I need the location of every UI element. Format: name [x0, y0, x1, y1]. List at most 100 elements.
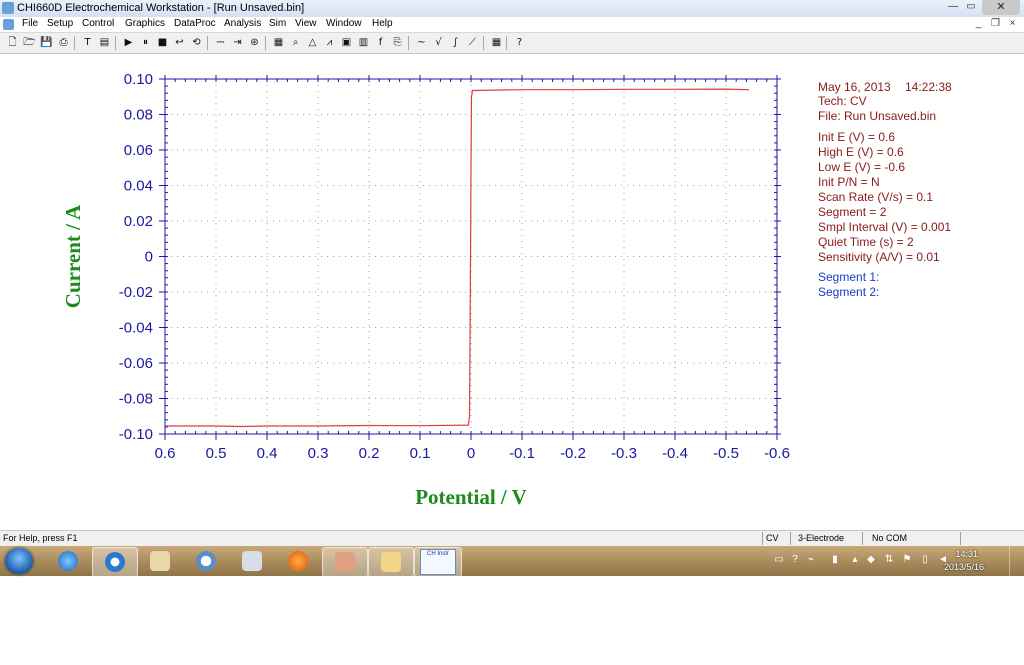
smooth-icon[interactable]: ∼ [414, 35, 429, 50]
print-icon[interactable]: ⎙ [56, 35, 71, 50]
y-tick-label: -0.10 [119, 426, 153, 443]
save-icon[interactable]: 💾 [39, 35, 54, 50]
toolbar-separator [74, 36, 75, 50]
help-icon[interactable]: ? [512, 35, 527, 50]
stop-icon[interactable]: ■ [155, 35, 170, 50]
minimize-button[interactable]: — [944, 1, 962, 14]
clock-time[interactable]: 14:31 [955, 549, 978, 559]
mdi-close-button[interactable]: × [1005, 17, 1020, 31]
info-parameter: Init E (V) = 0.6 [818, 130, 895, 144]
taskbar-folder[interactable] [368, 547, 414, 577]
toolbar-separator [408, 36, 409, 50]
sogou-icon [105, 552, 125, 572]
power-icon[interactable]: ▯ [920, 554, 930, 566]
y-tick-label: -0.04 [119, 320, 153, 337]
menu-bar: File Setup Control Graphics DataProc Ana… [0, 17, 1024, 33]
status-com: No COM [872, 533, 908, 543]
flag-icon[interactable]: ⚑ [902, 554, 912, 566]
menu-help[interactable]: Help [372, 18, 393, 29]
contacts-icon [335, 552, 355, 572]
title-bar: CHI660D Electrochemical Workstation - [R… [0, 0, 1024, 18]
taskbar-contacts[interactable] [322, 547, 368, 577]
close-button[interactable]: ✕ [982, 0, 1020, 15]
mdi-minimize-button[interactable]: _ [971, 17, 986, 31]
document-icon[interactable] [3, 19, 14, 30]
add-data-icon[interactable]: ▣ [339, 35, 354, 50]
status-divider [960, 532, 961, 545]
menu-sim[interactable]: Sim [269, 18, 286, 29]
ir-comp-icon[interactable]: ⟲ [189, 35, 204, 50]
integrate-icon[interactable]: ∫ [448, 35, 463, 50]
parameters-icon[interactable]: ▤ [97, 35, 112, 50]
status-help-text: For Help, press F1 [3, 533, 78, 543]
shield-icon[interactable]: ◆ [866, 554, 876, 566]
taskbar-sogou[interactable] [92, 547, 138, 577]
menu-file[interactable]: File [22, 18, 38, 29]
taskbar-media-player[interactable] [276, 547, 320, 575]
peak-icon[interactable]: △ [305, 35, 320, 50]
overlay-icon[interactable]: ⩘ [322, 35, 337, 50]
taskbar-calculator[interactable] [230, 547, 274, 575]
taskbar-magnifier[interactable] [184, 547, 228, 575]
cell-icon[interactable]: ⎓ [213, 35, 228, 50]
status-technique: CV [766, 533, 779, 543]
taskbar-ie[interactable] [46, 547, 90, 575]
color-icon[interactable]: ▥ [356, 35, 371, 50]
status-divider [862, 532, 863, 545]
derivative-icon[interactable]: √ [431, 35, 446, 50]
step-icon[interactable]: ⇥ [230, 35, 245, 50]
network-icon[interactable]: ⇅ [884, 554, 894, 566]
info-parameter: Smpl Interval (V) = 0.001 [818, 220, 951, 234]
menu-dataproc[interactable]: DataProc [174, 18, 216, 29]
menu-graphics[interactable]: Graphics [125, 18, 165, 29]
help-tray-icon[interactable]: ? [790, 554, 800, 566]
pen-icon[interactable]: ⌁ [806, 554, 816, 566]
font-icon[interactable]: f [373, 35, 388, 50]
battery-icon[interactable]: ▮ [830, 554, 840, 566]
taskbar: CH Instr ▭ ? ⌁ ▮ ▴ ◆ ⇅ ⚑ ▯ ◄ 14:31 2013/… [0, 546, 1024, 577]
show-desktop-button[interactable] [1009, 546, 1024, 576]
toolbar: 🗋 🗁 💾 ⎙ T ▤ ▶ ⏸ ■ ↩ ⟲ ⎓ ⇥ ⊛ ▦ ⌕ △ ⩘ ▣ ▥ f ⎘ ∼ √ ∫ ⟋ ▦? [0, 33, 1024, 54]
maximize-button[interactable]: ▭ [962, 1, 980, 14]
x-tick-label: -0.5 [713, 445, 739, 462]
zoom-icon[interactable]: ⌕ [288, 35, 303, 50]
info-time: 14:22:38 [905, 80, 952, 94]
menu-window[interactable]: Window [326, 18, 362, 29]
copy-icon[interactable]: ⎘ [390, 35, 405, 50]
info-icon[interactable]: ▦ [489, 35, 504, 50]
baseline-icon[interactable]: ⟋ [465, 35, 480, 50]
toolbar-separator [115, 36, 116, 50]
pause-icon[interactable]: ⏸ [138, 35, 153, 50]
mdi-restore-button[interactable]: ❐ [988, 17, 1003, 31]
keyboard-icon[interactable]: ▭ [774, 554, 784, 566]
rotate-icon[interactable]: ⊛ [247, 35, 262, 50]
menu-setup[interactable]: Setup [47, 18, 73, 29]
clock-date[interactable]: 2013/5/16 [944, 562, 984, 572]
x-tick-label: -0.3 [611, 445, 637, 462]
x-tick-label: -0.4 [662, 445, 688, 462]
y-tick-label: -0.02 [119, 284, 153, 301]
taskbar-chi[interactable]: CH Instr [414, 547, 462, 577]
chi-instrument-icon: CH Instr [420, 549, 456, 575]
y-tick-label: 0.10 [124, 71, 153, 88]
info-parameter: Init P/N = N [818, 175, 880, 189]
menu-view[interactable]: View [295, 18, 317, 29]
info-parameter: High E (V) = 0.6 [818, 145, 904, 159]
reverse-icon[interactable]: ↩ [172, 35, 187, 50]
menu-analysis[interactable]: Analysis [224, 18, 261, 29]
show-hidden-icons-icon[interactable]: ▴ [850, 554, 860, 566]
menu-control[interactable]: Control [82, 18, 114, 29]
new-file-icon[interactable]: 🗋 [5, 35, 20, 50]
status-divider [762, 532, 763, 545]
start-button[interactable] [5, 548, 33, 574]
search-folder-icon [150, 551, 170, 571]
status-divider [790, 532, 791, 545]
taskbar-explorer-search[interactable] [138, 547, 182, 575]
graph-icon[interactable]: ▦ [271, 35, 286, 50]
open-folder-icon[interactable]: 🗁 [22, 35, 37, 50]
technique-icon[interactable]: T [80, 35, 95, 50]
x-tick-label: 0.2 [359, 445, 380, 462]
x-tick-label: 0.5 [206, 445, 227, 462]
y-tick-label: -0.06 [119, 355, 153, 372]
run-icon[interactable]: ▶ [121, 35, 136, 50]
